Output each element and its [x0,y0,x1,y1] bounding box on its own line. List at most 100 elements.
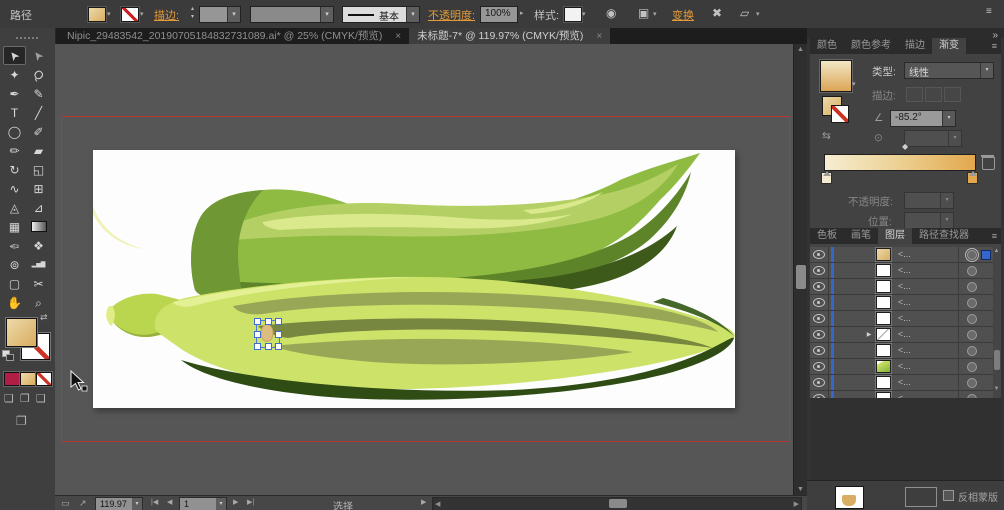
layer-visibility-toggle[interactable] [810,295,829,310]
layer-visibility-toggle[interactable] [810,263,829,278]
layers-panel-menu-icon[interactable]: ≡ [992,231,997,241]
layer-visibility-toggle[interactable] [810,359,829,374]
delete-stop-icon[interactable] [982,157,995,170]
layer-target-icon[interactable] [967,362,977,372]
free-transform-tool[interactable]: ⊞ [27,179,50,198]
invert-mask-checkbox[interactable] [943,490,954,501]
scroll-up-icon[interactable]: ▲ [797,46,804,53]
draw-inside-mode-icon[interactable]: ❑ [36,392,46,405]
export-icon[interactable]: ↗ [79,498,87,509]
next-artboard-icon[interactable]: ▶ [233,498,238,506]
layer-target-icon[interactable] [967,346,977,356]
artboard-navigation-dropdown[interactable]: 1 ▾ [179,497,227,510]
layers-scroll-down-icon[interactable]: ▼ [993,386,1000,392]
draw-normal-mode-icon[interactable]: ❏ [4,392,14,405]
status-expand-icon[interactable]: ▶ [421,498,426,506]
blend-tool[interactable]: ❖ [27,236,50,255]
slice-tool[interactable]: ✂ [27,274,50,293]
layer-row[interactable]: <... [810,247,993,263]
eyedropper-tool[interactable]: ✑ [3,236,26,255]
aspect-ratio-dropdown[interactable]: ▾ [904,130,962,147]
tab-pathfinder[interactable]: 路径查找器 [912,228,976,244]
gradient-midpoint-icon[interactable]: ◆ [902,142,908,151]
stroke-gradient-across-icon[interactable] [944,87,961,102]
stop-opacity-dropdown[interactable]: ▾ [904,192,954,209]
color-button[interactable] [4,372,20,386]
layer-label[interactable]: <... [898,359,959,374]
reverse-gradient-icon[interactable]: ⇆ [822,130,831,142]
selection-handle[interactable] [254,331,261,338]
scroll-down-icon[interactable]: ▼ [797,486,804,493]
selection-handle[interactable] [275,318,282,325]
layer-label[interactable]: <... [898,279,959,294]
layer-row[interactable]: <... [810,295,993,311]
stop-location-dropdown[interactable]: ▾ [904,212,954,229]
layer-thumbnail[interactable] [876,376,891,389]
document-tab-2-close-icon[interactable]: × [596,31,602,42]
gradient-panel-menu-icon[interactable]: ≡ [992,41,997,51]
selection-bounding-box[interactable] [256,320,280,348]
recolor-artwork-icon[interactable]: ◉ [606,6,616,20]
layer-thumbnail[interactable] [876,264,891,277]
layers-scroll-thumb[interactable] [994,350,1000,370]
perspective-grid-tool[interactable]: ⊿ [27,198,50,217]
layer-target-icon[interactable] [967,266,977,276]
screen-mode-icon[interactable]: ❐ [16,414,27,428]
fill-dropdown-arrow[interactable]: ▾ [107,10,111,18]
opacity-link[interactable]: 不透明度: [428,7,475,23]
stroke-link[interactable]: 描边: [154,7,179,23]
graph-tool[interactable]: ▂▅▇ [27,255,50,274]
layer-label[interactable]: <... [898,295,959,310]
tab-brushes[interactable]: 画笔 [844,228,878,244]
selection-handle[interactable] [275,343,282,350]
shear-icon[interactable]: ▱ [740,6,749,20]
layer-row[interactable]: <... [810,279,993,295]
free-distort-icon[interactable]: ✖ [712,6,722,20]
layers-scroll-up-icon[interactable]: ▲ [993,248,1000,254]
gradient-tool[interactable] [27,217,50,236]
brush-dropdown-arrow[interactable]: ▾ [406,6,420,23]
artboard[interactable] [93,150,735,408]
stroke-color-swatch[interactable] [121,7,139,22]
stroke-weight-dropdown[interactable]: ▾ [199,6,241,23]
select-similar-icon[interactable]: ▣ [638,6,649,20]
draw-behind-mode-icon[interactable]: ❐ [20,392,30,405]
transparency-mask-placeholder[interactable] [905,487,937,507]
layer-label[interactable]: <... [898,327,959,342]
fill-color-swatch[interactable] [88,7,106,22]
layer-row[interactable]: <... [810,311,993,327]
zoom-level-dropdown[interactable]: 119.97 ▾ [95,497,143,510]
width-tool[interactable]: ∿ [3,179,26,198]
layer-thumbnail[interactable] [876,296,891,309]
layer-row[interactable]: ▶ <... [810,327,993,343]
document-tab-1[interactable]: Nipic_29483542_20190705184832731089.ai* … [59,28,409,44]
control-panel-menu-icon[interactable]: ≡ [986,6,992,17]
tab-color[interactable]: 颜色 [810,38,844,54]
gradient-stop-left[interactable] [821,172,832,184]
stroke-gradient-within-icon[interactable] [906,87,923,102]
layer-target-icon[interactable] [967,282,977,292]
stroke-gradient-along-icon[interactable] [925,87,942,102]
layer-thumbnail[interactable] [876,328,891,341]
layer-row[interactable]: <... [810,263,993,279]
paintbrush-tool[interactable]: ✐ [27,122,50,141]
document-tab-1-close-icon[interactable]: × [395,31,401,42]
layer-expand-icon[interactable]: ▶ [864,331,874,338]
first-artboard-icon[interactable]: |◀ [151,498,158,506]
layer-target-icon[interactable] [967,298,977,308]
layer-visibility-toggle[interactable] [810,311,829,326]
none-button[interactable] [36,372,52,386]
layer-thumbnail[interactable] [876,248,891,261]
selection-handle[interactable] [265,343,272,350]
layer-thumbnail[interactable] [876,280,891,293]
layer-label[interactable]: <... [898,343,959,358]
pencil-tool[interactable]: ✏ [3,141,26,160]
opacity-spinner[interactable]: ▸ [520,9,524,17]
eraser-tool[interactable]: ▰ [27,141,50,160]
layer-thumbnail[interactable] [876,312,891,325]
gradient-stop-right[interactable] [967,172,978,184]
transform-link[interactable]: 变换 [672,7,694,23]
mesh-tool[interactable]: ▦ [3,217,26,236]
layer-thumbnail[interactable] [876,360,891,373]
fill-proxy-swatch[interactable] [6,318,37,347]
